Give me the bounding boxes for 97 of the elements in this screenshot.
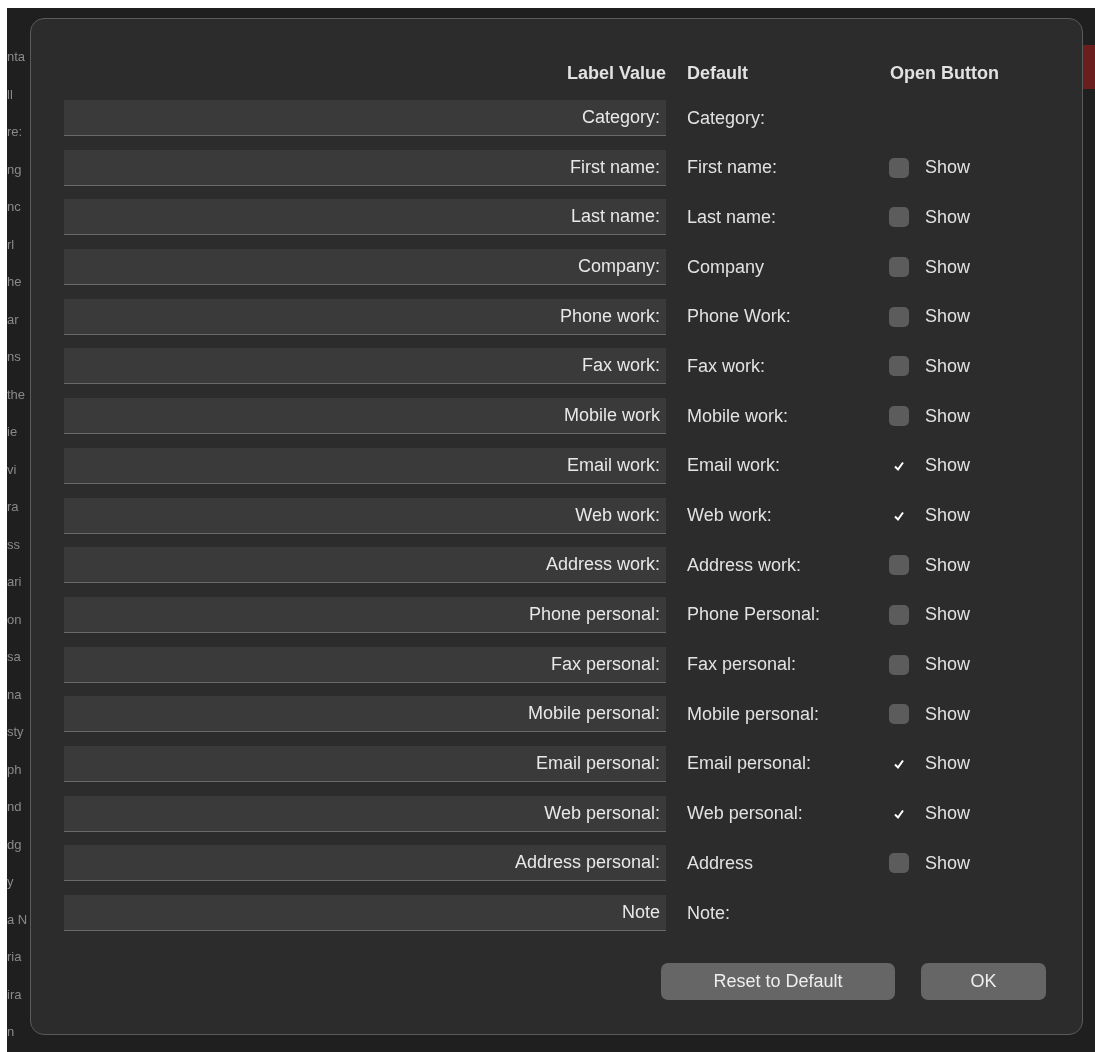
list-item-fragment: y (7, 873, 15, 891)
default-label: Web personal: (687, 803, 804, 825)
checkbox-label: Show (925, 604, 971, 626)
checkbox-label: Show (925, 505, 971, 526)
default-label: Web work: (687, 505, 773, 526)
show-checkbox[interactable] (889, 704, 909, 725)
label-field[interactable]: Address work: (64, 547, 666, 584)
show-checkbox[interactable] (889, 306, 909, 327)
label-field[interactable]: Phone personal: (64, 596, 666, 633)
column-header: Open Button (890, 62, 999, 84)
list-item-fragment: ie (7, 423, 19, 441)
label-field[interactable]: First name: (64, 149, 666, 186)
label-field[interactable]: Note (64, 895, 666, 931)
show-checkbox[interactable] (889, 356, 909, 377)
default-label: Last name: (687, 206, 778, 228)
list-item-fragment: vi (7, 460, 18, 479)
list-item-fragment: ng (7, 160, 23, 179)
checkbox-label: Show (925, 654, 971, 676)
show-checkbox[interactable] (889, 406, 909, 427)
label-field[interactable]: Company: (64, 249, 666, 286)
list-item-fragment: nta (7, 48, 27, 66)
checkbox-label: Show (925, 803, 971, 825)
show-checkbox[interactable] (889, 853, 909, 874)
list-item-fragment: sty (7, 723, 25, 741)
checkbox-label: Show (925, 206, 971, 228)
default-label: Mobile personal: (687, 703, 821, 725)
default-label: Mobile work: (687, 405, 790, 427)
label-field[interactable]: Email work: (64, 447, 666, 484)
default-label: Phone Personal: (687, 604, 822, 626)
checkmark-icon (893, 807, 905, 820)
default-label: Email work: (687, 455, 781, 477)
list-item-fragment: ira (7, 985, 23, 1004)
default-label: Fax personal: (687, 654, 798, 676)
list-item-fragment: ns (7, 348, 22, 366)
checkbox-label: Show (925, 306, 971, 328)
checkbox-label: Show (925, 703, 971, 725)
ok-button[interactable]: OK (921, 963, 1046, 1000)
list-item-fragment: ph (7, 760, 23, 779)
checkbox-label: Show (925, 852, 971, 874)
list-item-fragment: ll (7, 85, 14, 104)
checkmark-icon (893, 757, 905, 770)
default-label: Address work: (687, 554, 803, 576)
default-label: Category: (687, 107, 767, 129)
list-item-fragment: nc (7, 198, 22, 216)
list-item-fragment: ss (7, 535, 21, 554)
checkbox-label: Show (925, 554, 971, 576)
list-item-fragment: he (7, 273, 23, 291)
list-item-fragment: a N (7, 910, 29, 929)
checkbox-label: Show (925, 157, 971, 179)
label-field[interactable]: Fax work: (64, 348, 666, 385)
list-item-fragment: the (7, 385, 27, 404)
show-checkbox[interactable] (889, 604, 909, 625)
checkbox-label: Show (925, 405, 971, 427)
checkmark-icon (893, 459, 905, 472)
list-item-fragment: nd (7, 798, 23, 816)
label-field[interactable]: Web work: (64, 497, 666, 534)
show-checkbox[interactable] (889, 555, 909, 576)
list-item-fragment: ra (7, 498, 20, 516)
list-item-fragment: re: (7, 123, 24, 141)
list-item-fragment: rl (7, 235, 16, 254)
label-field[interactable]: Category: (64, 100, 666, 136)
list-item-fragment: ar (7, 310, 20, 329)
checkbox-label: Show (925, 256, 971, 278)
selected-row-highlight (1083, 45, 1095, 89)
column-header: Default (687, 62, 749, 84)
default-label: Note: (687, 902, 732, 924)
default-label: Phone Work: (687, 306, 792, 328)
column-header: Label Value (565, 62, 666, 84)
checkbox-label: Show (925, 455, 971, 477)
list-item-fragment: ria (7, 948, 23, 966)
default-label: Fax work: (687, 355, 766, 377)
label-field[interactable]: Last name: (64, 199, 666, 236)
list-item-fragment: on (7, 610, 23, 629)
checkbox-label: Show (925, 355, 971, 377)
label-field[interactable]: Phone work: (64, 298, 666, 335)
show-checkbox[interactable] (889, 207, 909, 228)
label-field[interactable]: Web personal: (64, 795, 666, 832)
default-label: Email personal: (687, 753, 813, 775)
default-label: Address (687, 852, 755, 874)
label-field[interactable]: Mobile personal: (64, 696, 666, 733)
default-label: First name: (687, 157, 779, 179)
reset-button[interactable]: Reset to Default (661, 963, 895, 1000)
list-item-fragment: ari (7, 573, 23, 591)
show-checkbox[interactable] (889, 654, 909, 675)
checkbox-label: Show (925, 753, 971, 775)
label-field[interactable]: Fax personal: (64, 646, 666, 683)
label-field[interactable]: Address personal: (64, 845, 666, 882)
show-checkbox[interactable] (889, 257, 909, 278)
list-item-fragment: sa (7, 648, 22, 666)
label-field[interactable]: Email personal: (64, 745, 666, 782)
list-item-fragment: na (7, 685, 23, 704)
checkmark-icon (893, 509, 905, 522)
list-item-fragment: dg (7, 835, 23, 854)
default-label: Company (687, 256, 766, 278)
label-field[interactable]: Mobile work (64, 398, 666, 435)
list-item-fragment: n (7, 1023, 16, 1041)
show-checkbox[interactable] (889, 157, 909, 178)
